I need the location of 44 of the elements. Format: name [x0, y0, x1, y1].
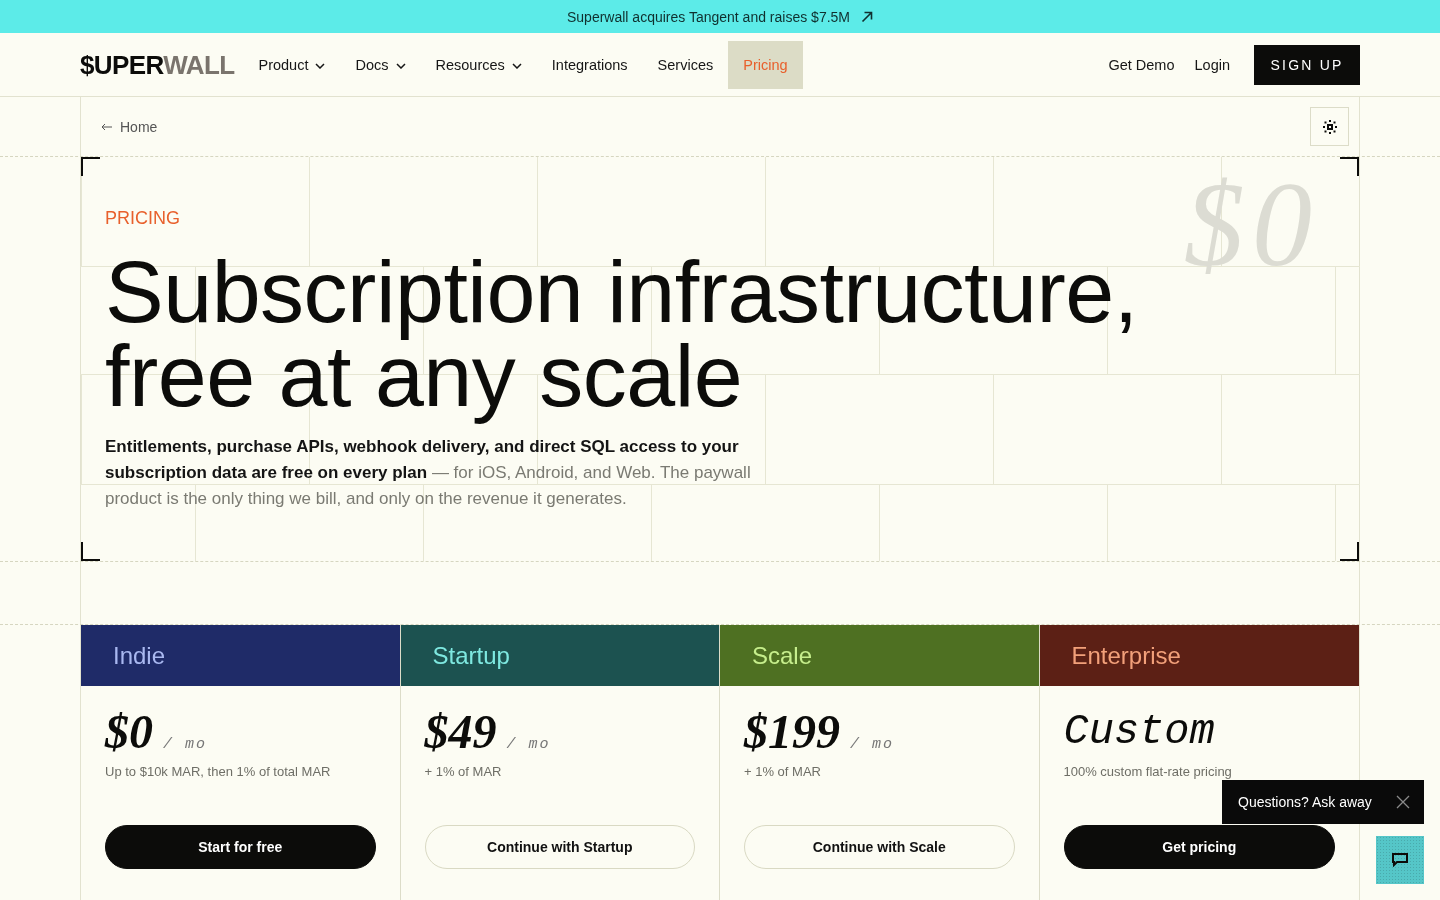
plan-cta-button[interactable]: Start for free	[105, 825, 376, 869]
chat-launcher-button[interactable]	[1376, 836, 1424, 884]
arrow-left-icon	[101, 122, 112, 131]
plan-price: $49	[424, 708, 497, 756]
plan-name: Enterprise	[1071, 641, 1181, 670]
hero-description: Entitlements, purchase APIs, webhook delivery, and direct SQL access to your subscription data are free on every plan — for iOS, Android, and Web. The paywall product is the only thing we bill, and only on the revenue it generates.	[105, 436, 752, 510]
nav-menu-item[interactable]: Docs	[340, 40, 421, 89]
nav-link[interactable]: Login	[1194, 56, 1230, 73]
corner-bracket-icon	[81, 157, 100, 176]
plan-note: + 1% of MAR	[744, 765, 822, 779]
plan-price: Custom	[1063, 708, 1215, 756]
chat-bubble-icon	[1392, 853, 1408, 867]
plan-note: 100% custom flat-rate pricing	[1063, 765, 1233, 779]
announcement-link[interactable]: Superwall acquires Tangent and raises $7.5M	[567, 8, 873, 25]
nav-menu-item[interactable]: Integrations	[536, 40, 643, 89]
billing-period: / mo	[850, 736, 894, 753]
plan-name: Startup	[432, 641, 510, 670]
close-icon	[1396, 795, 1410, 809]
plan-name: Indie	[113, 641, 166, 670]
sign-up-button[interactable]: SIGN UP	[1254, 44, 1360, 85]
billing-period: / mo	[506, 736, 551, 753]
theme-toggle-button[interactable]	[1310, 107, 1349, 146]
plan-name: Scale	[752, 641, 813, 670]
section-eyebrow: PRICING	[105, 207, 181, 229]
chat-prompt-text: Questions? Ask away	[1238, 794, 1372, 810]
plan-note: Up to $10k MAR, then 1% of total MAR	[105, 765, 332, 779]
logo[interactable]: $UPERWALL	[80, 51, 235, 78]
close-button[interactable]	[1396, 795, 1410, 809]
home-link[interactable]: Home	[101, 118, 158, 135]
sun-icon	[1322, 119, 1337, 134]
corner-bracket-icon	[1340, 157, 1359, 176]
plan-cta-button[interactable]: Get pricing	[1063, 825, 1335, 869]
plan-price: $0	[105, 708, 153, 756]
nav-menu-item[interactable]: Product	[243, 40, 341, 89]
plan-price: $199	[744, 708, 840, 756]
billing-period: / mo	[163, 736, 207, 753]
corner-bracket-icon	[81, 542, 100, 561]
nav-menu-item[interactable]: Services	[642, 40, 729, 89]
arrow-up-right-icon	[861, 10, 873, 23]
nav-menu-item[interactable]: Resources	[420, 40, 537, 89]
corner-bracket-icon	[1340, 542, 1359, 561]
page-headline: Subscription infrastructure, free at any scale	[105, 250, 1139, 427]
nav-link[interactable]: Get Demo	[1108, 56, 1175, 73]
plan-note: + 1% of MAR	[424, 765, 503, 779]
